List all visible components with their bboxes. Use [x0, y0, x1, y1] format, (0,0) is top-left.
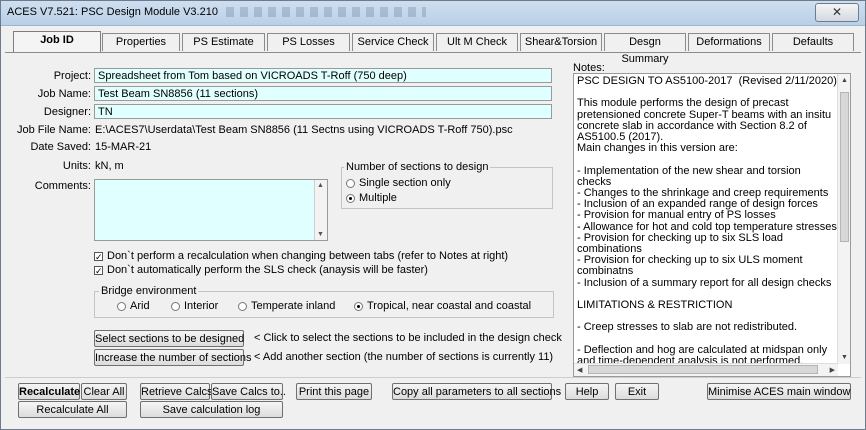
job-file-label: Job File Name:	[17, 124, 91, 136]
radio-dot	[346, 178, 355, 188]
recalculate-button[interactable]: Recalculate	[18, 383, 80, 400]
select-sections-hint: < Click to select the sections to be inc…	[254, 332, 562, 344]
notes-horizontal-scrollbar[interactable]: ◀ ▶	[574, 363, 838, 376]
notes-scroll-thumb[interactable]	[840, 92, 849, 242]
radio-dot	[117, 301, 126, 311]
notes-textarea[interactable]: PSC DESIGN TO AS5100-2017 (Revised 2/11/…	[573, 73, 851, 377]
close-button[interactable]: ✕	[815, 3, 859, 22]
select-sections-button[interactable]: Select sections to be designed	[94, 330, 244, 347]
retrieve-calcs-button[interactable]: Retrieve Calcs	[140, 383, 213, 400]
bridge-environment-group: Bridge environment Arid Interior Tempera…	[94, 285, 554, 318]
notes-hscroll-thumb[interactable]	[588, 365, 818, 374]
comments-scrollbar[interactable]: ▲ ▼	[314, 180, 327, 240]
title-bar: ACES V7.521: PSC Design Module V3.210 ✕	[1, 1, 865, 26]
checkbox-tick-icon: ✓	[94, 251, 103, 262]
no-sls-check-checkbox[interactable]: ✓ Don`t automatically perform the SLS ch…	[94, 264, 428, 276]
tab-ult-m-check[interactable]: Ult M Check	[436, 33, 518, 51]
bottom-divider	[5, 377, 861, 378]
scroll-left-arrow-icon[interactable]: ◀	[577, 366, 582, 374]
project-label: Project:	[53, 70, 91, 82]
tab-shear-torsion[interactable]: Shear&Torsion	[520, 33, 602, 51]
recalculate-all-button[interactable]: Recalculate All	[18, 401, 127, 418]
increase-sections-hint: < Add another section (the number of sec…	[254, 351, 554, 363]
no-recalc-checkbox[interactable]: ✓ Don`t perform a recalculation when cha…	[94, 250, 508, 262]
job-file-value: E:\ACES7\Userdata\Test Beam SN8856 (11 S…	[95, 124, 513, 136]
radio-multiple[interactable]: Multiple	[346, 192, 397, 204]
bridge-environment-title: Bridge environment	[99, 285, 199, 297]
save-calculation-log-button[interactable]: Save calculation log	[140, 401, 283, 418]
app-window: ACES V7.521: PSC Design Module V3.210 ✕ …	[0, 0, 866, 430]
increase-sections-button[interactable]: Increase the number of sections	[94, 349, 252, 366]
units-value: kN, m	[95, 160, 124, 172]
window-title: ACES V7.521: PSC Design Module V3.210	[7, 6, 218, 18]
clear-all-button[interactable]: Clear All	[81, 383, 127, 400]
date-saved-label: Date Saved:	[30, 141, 91, 153]
comments-label: Comments:	[34, 180, 91, 192]
job-name-label: Job Name:	[37, 88, 91, 100]
tab-design-summary[interactable]: Desgn Summary	[604, 33, 686, 65]
scroll-down-arrow-icon[interactable]: ▼	[317, 231, 324, 238]
comments-textarea[interactable]: ▲ ▼	[94, 179, 328, 241]
radio-dot-selected	[354, 301, 363, 311]
sections-group: Number of sections to design Single sect…	[341, 161, 553, 209]
minimise-aces-button[interactable]: Minimise ACES main window	[707, 383, 851, 400]
scroll-up-arrow-icon[interactable]: ▲	[317, 182, 324, 189]
tab-deformations[interactable]: Deformations	[688, 33, 770, 51]
tab-service-check[interactable]: Service Check	[352, 33, 434, 51]
units-label: Units:	[62, 160, 91, 172]
title-bar-decoration	[226, 7, 426, 17]
tab-job-id[interactable]: Job ID	[13, 31, 101, 52]
sections-group-title: Number of sections to design	[344, 161, 491, 173]
tab-properties[interactable]: Properties	[102, 33, 180, 51]
scroll-up-arrow-icon[interactable]: ▲	[841, 77, 848, 84]
tab-defaults[interactable]: Defaults	[772, 33, 854, 51]
radio-interior[interactable]: Interior	[171, 300, 218, 312]
designer-field[interactable]: TN	[94, 104, 552, 119]
date-saved-value: 15-MAR-21	[95, 141, 152, 153]
radio-single-section[interactable]: Single section only	[346, 177, 451, 189]
print-page-button[interactable]: Print this page	[296, 383, 372, 400]
scroll-right-arrow-icon[interactable]: ▶	[830, 366, 835, 374]
radio-dot	[238, 301, 247, 311]
radio-arid[interactable]: Arid	[117, 300, 150, 312]
job-name-field[interactable]: Test Beam SN8856 (11 sections)	[94, 86, 552, 101]
radio-temperate-inland[interactable]: Temperate inland	[238, 300, 335, 312]
save-calcs-to-button[interactable]: Save Calcs to..	[211, 383, 286, 400]
checkbox-tick-icon: ✓	[94, 265, 103, 276]
copy-all-parameters-button[interactable]: Copy all parameters to all sections	[392, 383, 561, 400]
help-button[interactable]: Help	[565, 383, 609, 400]
tab-ps-estimate[interactable]: PS Estimate	[182, 33, 265, 51]
notes-text: PSC DESIGN TO AS5100-2017 (Revised 2/11/…	[577, 75, 837, 368]
scroll-down-arrow-icon[interactable]: ▼	[841, 354, 848, 361]
radio-dot-selected	[346, 193, 355, 203]
tab-ps-losses[interactable]: PS Losses	[267, 33, 350, 51]
project-field[interactable]: Spreadsheet from Tom based on VICROADS T…	[94, 68, 552, 83]
exit-button[interactable]: Exit	[615, 383, 659, 400]
notes-vertical-scrollbar[interactable]: ▲ ▼	[837, 74, 850, 364]
designer-label: Designer:	[43, 106, 91, 118]
tab-divider	[5, 52, 861, 53]
tab-bar: Job ID Properties PS Estimate PS Losses …	[1, 31, 865, 65]
radio-tropical-coastal[interactable]: Tropical, near coastal and coastal	[354, 300, 531, 312]
radio-dot	[171, 301, 180, 311]
